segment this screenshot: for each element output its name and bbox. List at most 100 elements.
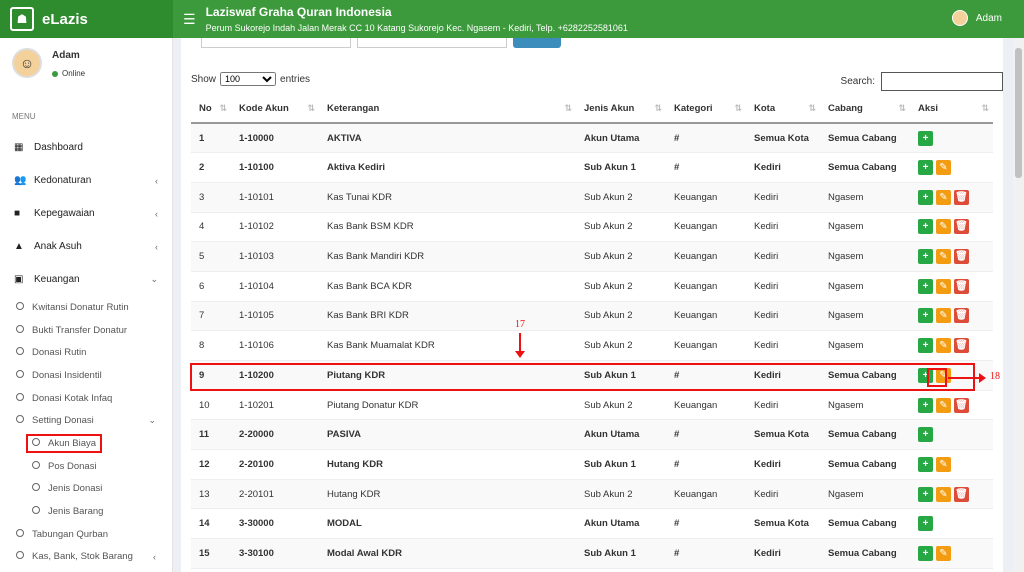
action-cell: + ✎ 🗑 — [910, 330, 993, 361]
add-button[interactable]: + — [918, 130, 933, 146]
action-cell: + ✎ 🗑 — [910, 390, 993, 421]
edit-button[interactable]: ✎ — [936, 456, 951, 472]
filter-button[interactable] — [513, 38, 561, 48]
circle-icon — [16, 392, 24, 401]
delete-button[interactable]: 🗑 — [954, 308, 969, 324]
user-menu[interactable]: Adam — [951, 10, 1002, 26]
sidebar-sub-bukti-transfer[interactable]: Bukti Transfer Donatur — [0, 319, 172, 342]
add-button[interactable]: + — [918, 219, 933, 235]
scrollbar-thumb[interactable] — [1015, 48, 1022, 178]
main-content: Show 100 entries Search: No ⇅ Kode Akun ⇅ … — [173, 38, 1013, 572]
filter-select-1[interactable] — [201, 38, 351, 48]
add-button[interactable]: + — [918, 397, 933, 413]
sidebar-sub-kas-bank[interactable]: Kas, Bank, Stok Barang ‹ — [0, 546, 172, 569]
sidebar-sub-kwitansi[interactable]: Kwitansi Donatur Rutin — [0, 296, 172, 319]
sidebar-item-anak-asuh[interactable]: ▲ Anak Asuh ‹ — [0, 230, 172, 263]
add-button[interactable]: + — [918, 456, 933, 472]
edit-button[interactable]: ✎ — [936, 160, 951, 176]
annotation-18: 18 — [990, 371, 1000, 382]
sort-icon: ⇅ — [808, 102, 816, 113]
search-input[interactable] — [881, 72, 1003, 91]
sidebar-sub-donasi-insidentil[interactable]: Donasi Insidentil — [0, 364, 172, 387]
table-cell: Sub Akun 2 — [576, 330, 666, 361]
table-cell: Piutang Donatur KDR — [319, 390, 576, 421]
sidebar-item-dashboard[interactable]: ▦ Dashboard — [0, 131, 172, 164]
col-kode-akun[interactable]: Kode Akun ⇅ — [231, 94, 319, 124]
delete-button[interactable]: 🗑 — [954, 219, 969, 235]
add-button[interactable]: + — [918, 338, 933, 354]
circle-icon — [32, 460, 40, 469]
col-label: Kode Akun — [239, 102, 289, 114]
delete-button[interactable]: 🗑 — [954, 189, 969, 205]
edit-button[interactable]: ✎ — [936, 278, 951, 294]
show-label: Show — [191, 73, 217, 85]
add-button[interactable]: + — [918, 427, 933, 443]
edit-button[interactable]: ✎ — [936, 189, 951, 205]
sidebar-sub-kotak-infaq[interactable]: Donasi Kotak Infaq — [0, 387, 172, 410]
col-aksi[interactable]: Aksi ⇅ — [910, 94, 993, 124]
add-button[interactable]: + — [918, 160, 933, 176]
table-cell: Kediri — [746, 390, 820, 421]
edit-button[interactable]: ✎ — [936, 249, 951, 265]
table-cell: Kas Bank BSM KDR — [319, 212, 576, 243]
delete-button[interactable]: 🗑 — [954, 249, 969, 265]
hamburger-menu-icon[interactable]: ☰ — [183, 11, 196, 28]
col-no[interactable]: No ⇅ — [191, 94, 231, 124]
table-cell: Kas Bank BRI KDR — [319, 301, 576, 332]
table-cell: Kediri — [746, 271, 820, 302]
sidebar-sub-jenis-donasi[interactable]: Jenis Donasi — [0, 478, 172, 501]
edit-button[interactable]: ✎ — [936, 308, 951, 324]
entries-select[interactable]: 100 — [220, 72, 277, 86]
add-button[interactable]: + — [918, 249, 933, 265]
table-cell: 11 — [191, 419, 231, 451]
edit-button[interactable]: ✎ — [936, 338, 951, 354]
col-kota[interactable]: Kota ⇅ — [746, 94, 820, 124]
edit-button[interactable]: ✎ — [936, 545, 951, 561]
add-button[interactable]: + — [918, 545, 933, 561]
annotation-17-line — [519, 333, 521, 353]
add-button[interactable]: + — [918, 486, 933, 502]
add-button[interactable]: + — [918, 516, 933, 532]
edit-button[interactable]: ✎ — [936, 397, 951, 413]
table-cell: Sub Akun 2 — [576, 301, 666, 332]
table-cell: Keuangan — [666, 212, 746, 243]
col-label: Keterangan — [327, 102, 380, 114]
table-cell: Sub Akun 2 — [576, 390, 666, 421]
delete-button[interactable]: 🗑 — [954, 338, 969, 354]
table-header-row: No ⇅ Kode Akun ⇅ Keterangan ⇅ Jenis Akun ⇅ K… — [191, 94, 993, 124]
sidebar-sub-tabungan-qurban[interactable]: Tabungan Qurban — [0, 523, 172, 546]
table-cell: # — [666, 449, 746, 480]
delete-button[interactable]: 🗑 — [954, 397, 969, 413]
table-cell: 1-10201 — [231, 390, 319, 421]
filter-select-2[interactable] — [357, 38, 507, 48]
brand-logo[interactable]: ☗ eLazis — [0, 0, 173, 38]
users-icon: 👥 — [14, 175, 27, 186]
sidebar-sub-setting-donasi[interactable]: Setting Donasi ⌄ — [0, 409, 172, 432]
chevron-down-icon: ⌄ — [150, 274, 158, 284]
sidebar-sub-donasi-rutin[interactable]: Donasi Rutin — [0, 341, 172, 364]
sidebar-sub-jenis-barang[interactable]: Jenis Barang — [0, 500, 172, 523]
page-scrollbar[interactable] — [1013, 38, 1024, 572]
circle-icon — [16, 324, 24, 333]
add-button[interactable]: + — [918, 189, 933, 205]
delete-button[interactable]: 🗑 — [954, 486, 969, 502]
col-keterangan[interactable]: Keterangan ⇅ — [319, 94, 576, 124]
sort-icon: ⇅ — [981, 102, 989, 113]
col-kategori[interactable]: Kategori ⇅ — [666, 94, 746, 124]
sidebar-item-kepegawaian[interactable]: ■ Kepegawaian ‹ — [0, 197, 172, 230]
edit-button[interactable]: ✎ — [936, 219, 951, 235]
add-button[interactable]: + — [918, 308, 933, 324]
col-jenis-akun[interactable]: Jenis Akun ⇅ — [576, 94, 666, 124]
sidebar-sub-pos-donasi[interactable]: Pos Donasi — [0, 455, 172, 478]
action-cell: + — [910, 123, 993, 154]
sidebar-sub-akun-biaya[interactable]: Akun Biaya — [0, 432, 172, 455]
col-cabang[interactable]: Cabang ⇅ — [820, 94, 910, 124]
edit-button[interactable]: ✎ — [936, 486, 951, 502]
action-cell: + ✎ — [910, 538, 993, 569]
table-cell: Ngasem — [820, 212, 910, 243]
add-button[interactable]: + — [918, 278, 933, 294]
sidebar-item-keuangan[interactable]: ▣ Keuangan ⌄ — [0, 263, 172, 296]
top-navbar: ☗ eLazis ☰ Laziswaf Graha Quran Indonesi… — [0, 0, 1024, 38]
sidebar-item-kedonaturan[interactable]: 👥 Kedonaturan ‹ — [0, 164, 172, 197]
delete-button[interactable]: 🗑 — [954, 278, 969, 294]
